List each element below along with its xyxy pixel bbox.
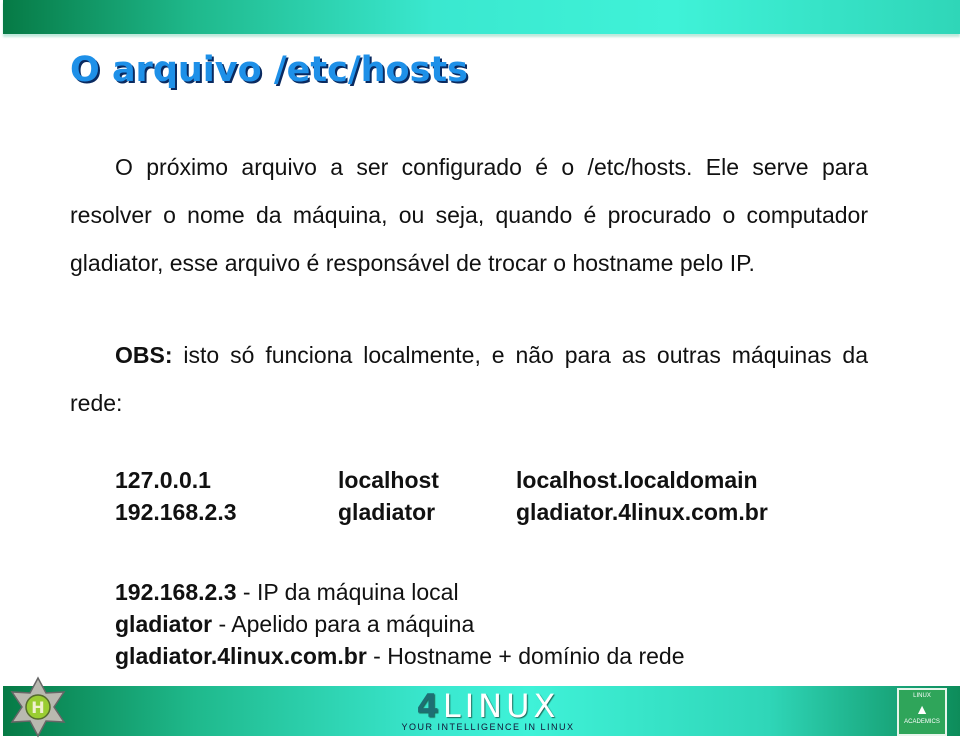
hosts-row: 127.0.0.1 localhost localhost.localdomai… — [115, 464, 768, 496]
host-name: gladiator — [338, 499, 436, 525]
legend-term: 192.168.2.3 — [115, 579, 237, 605]
hosts-row: 192.168.2.3 gladiator gladiator.4linux.c… — [115, 496, 768, 528]
legend-desc: - Hostname + domínio da rede — [366, 643, 685, 669]
legend-item: gladiator - Apelido para a máquina — [115, 608, 684, 640]
sheriff-star-logo-icon: H — [10, 676, 66, 738]
legend-item: gladiator.4linux.com.br - Hostname + dom… — [115, 640, 684, 672]
obs-label: OBS: — [115, 342, 173, 368]
host-fqdn: localhost.localdomain — [516, 467, 758, 493]
legend-term: gladiator.4linux.com.br — [115, 643, 367, 669]
intro-text: O próximo arquivo a ser configurado é o … — [70, 154, 868, 276]
legend-term: gladiator — [115, 611, 213, 637]
obs-paragraph: OBS: isto só funciona localmente, e não … — [70, 331, 868, 427]
legend-list: 192.168.2.3 - IP da máquina local gladia… — [115, 576, 684, 672]
legend-item: 192.168.2.3 - IP da máquina local — [115, 576, 684, 608]
host-ip: 192.168.2.3 — [115, 499, 237, 525]
brand-name: LINUX — [442, 687, 560, 725]
host-name: localhost — [338, 467, 439, 493]
legend-desc: - Apelido para a máquina — [212, 611, 475, 637]
badge-bottom-text: ACADEMICS — [904, 719, 940, 725]
host-fqdn: gladiator.4linux.com.br — [516, 499, 768, 525]
obs-text: isto só funciona localmente, e não para … — [70, 342, 868, 416]
intro-paragraph: O próximo arquivo a ser configurado é o … — [70, 143, 868, 287]
brand-prefix: 4 — [416, 687, 443, 725]
host-ip: 127.0.0.1 — [115, 467, 211, 493]
svg-text:H: H — [31, 698, 44, 717]
hosts-table: 127.0.0.1 localhost localhost.localdomai… — [115, 464, 768, 528]
brand-tagline: YOUR INTELLIGENCE IN LINUX — [401, 722, 575, 732]
slide-title: O arquivo /etc/hosts — [70, 50, 468, 90]
linux-academics-badge: LINUX ▲ ACADEMICS — [897, 688, 947, 736]
graduation-cap-icon: ▲ — [915, 701, 929, 717]
header-bar — [3, 0, 960, 34]
legend-desc: - IP da máquina local — [236, 579, 459, 605]
4linux-logo: 4LINUX YOUR INTELLIGENCE IN LINUX — [378, 690, 598, 734]
